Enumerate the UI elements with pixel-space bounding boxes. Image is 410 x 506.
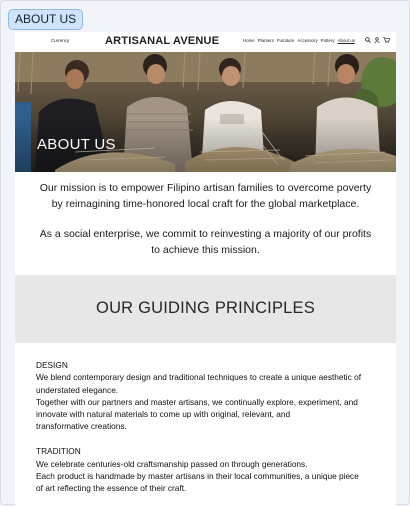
principles-heading: OUR GUIDING PRINCIPLES <box>96 299 315 317</box>
principle-title: TRADITION <box>36 446 81 457</box>
principle-line: Each product is handmade by master artis… <box>36 470 359 481</box>
hero-title: ABOUT US <box>37 136 116 153</box>
principle-tradition: TRADITION We celebrate centuries-old cra… <box>36 445 388 494</box>
page-container: ABOUT US Currency ARTISANAL AVENUE Home … <box>0 0 410 506</box>
brand-logo[interactable]: ARTISANAL AVENUE <box>105 35 219 47</box>
mission-paragraph-1: Our mission is to empower Filipino artis… <box>15 181 396 212</box>
principle-line: of art reflecting the essence of their c… <box>36 483 187 494</box>
user-icon[interactable] <box>374 37 380 43</box>
page-tag-badge: ABOUT US <box>8 9 84 30</box>
principle-line: Together with our partners and master ar… <box>36 396 358 407</box>
website-frame: Currency ARTISANAL AVENUE Home Planters … <box>15 32 396 506</box>
principle-design: DESIGN We blend contemporary design and … <box>36 359 388 433</box>
nav-link-accessory[interactable]: Accessory <box>297 38 317 43</box>
top-navigation: Currency ARTISANAL AVENUE Home Planters … <box>15 32 396 52</box>
mission-p1-line-2: by reimagining time-honored local craft … <box>51 197 360 210</box>
principle-line: We blend contemporary design and traditi… <box>36 372 362 383</box>
principles-banner: OUR GUIDING PRINCIPLES <box>15 275 396 343</box>
search-icon[interactable] <box>365 37 371 43</box>
cart-icon[interactable] <box>383 37 390 43</box>
nav-link-about-us[interactable]: About us <box>338 38 355 43</box>
nav-links: Home Planters Furniture Accessory Potter… <box>243 38 355 43</box>
mission-p1-line-1: Our mission is to empower Filipino artis… <box>39 182 372 194</box>
nav-icons <box>365 37 390 43</box>
nav-link-furniture[interactable]: Furniture <box>277 38 295 43</box>
principle-line: We celebrate centuries-old craftsmanship… <box>36 458 308 469</box>
mission-paragraph-2: As a social enterprise, we commit to rei… <box>15 227 396 258</box>
principles-list: DESIGN We blend contemporary design and … <box>36 359 388 506</box>
nav-link-home[interactable]: Home <box>243 38 255 43</box>
principle-line: innovate with natural materials to come … <box>36 409 291 420</box>
currency-selector[interactable]: Currency <box>51 38 69 43</box>
mission-p2-line-1: As a social enterprise, we commit to rei… <box>39 228 372 240</box>
hero-banner: ABOUT US <box>15 52 396 172</box>
principle-line: transformative creations. <box>36 421 127 432</box>
hero-photo <box>15 52 396 172</box>
mission-p2-line-2: to achieve this mission. <box>151 243 260 256</box>
nav-link-planters[interactable]: Planters <box>258 38 274 43</box>
nav-link-pottery[interactable]: Pottery <box>321 38 335 43</box>
principle-line: understated elegance. <box>36 384 119 395</box>
mission-statement: Our mission is to empower Filipino artis… <box>15 181 396 258</box>
principle-title: DESIGN <box>36 360 68 370</box>
